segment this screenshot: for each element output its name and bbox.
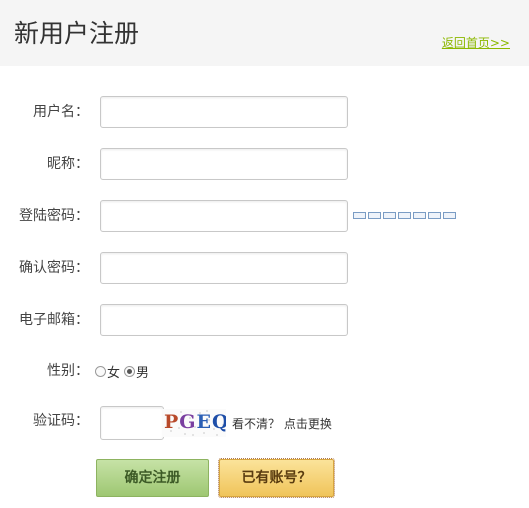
gender-label: 性别：: [47, 363, 89, 379]
gender-radio-female[interactable]: [95, 365, 106, 377]
captcha-text: PGEQ: [164, 411, 226, 433]
strength-segment: [413, 212, 426, 219]
password-label: 登陆密码：: [19, 208, 89, 224]
captcha-image[interactable]: PGEQ: [162, 409, 226, 437]
nickname-row: 昵称：: [0, 148, 529, 180]
register-button[interactable]: 确定注册: [96, 459, 209, 497]
gender-option-female-label: 女: [107, 365, 121, 381]
strength-segment: [353, 212, 366, 219]
button-row: 确定注册 已有账号？: [0, 458, 529, 498]
confirm-password-label: 确认密码：: [19, 260, 89, 276]
have-account-button[interactable]: 已有账号？: [218, 458, 335, 498]
password-strength-meter: [353, 212, 456, 220]
password-input[interactable]: [100, 200, 348, 232]
strength-segment: [398, 212, 411, 219]
gender-radio-male[interactable]: [124, 365, 136, 377]
username-label: 用户名：: [33, 104, 89, 120]
refresh-captcha-link[interactable]: 看不清？ 点击更换: [232, 415, 332, 432]
nickname-input[interactable]: [100, 148, 348, 180]
confirm-password-row: 确认密码：: [0, 252, 529, 284]
email-input[interactable]: [100, 304, 348, 336]
page-title: 新用户注册: [14, 19, 140, 48]
return-home-link[interactable]: 返回首页>>: [442, 34, 510, 51]
strength-segment: [428, 212, 441, 219]
confirm-password-input[interactable]: [100, 252, 348, 284]
nickname-label: 昵称：: [47, 156, 89, 172]
strength-segment: [368, 212, 381, 219]
email-row: 电子邮箱：: [0, 304, 529, 336]
captcha-row: 验证码： PGEQ 看不清？ 点击更换: [0, 406, 529, 444]
strength-segment: [443, 212, 456, 219]
page-header: 新用户注册 返回首页>>: [0, 0, 529, 66]
strength-segment: [383, 212, 396, 219]
password-row: 登陆密码：: [0, 200, 529, 232]
gender-option-male-label: 男: [136, 365, 150, 381]
gender-options: 女 男: [95, 355, 153, 387]
gender-row: 性别： 女 男: [0, 355, 529, 387]
captcha-char: Q: [212, 411, 226, 433]
captcha-char: P: [164, 411, 180, 433]
username-row: 用户名：: [0, 96, 529, 128]
username-input[interactable]: [100, 96, 348, 128]
captcha-char: G: [179, 411, 197, 433]
email-label: 电子邮箱：: [19, 312, 89, 328]
captcha-input[interactable]: [100, 406, 164, 440]
captcha-label: 验证码：: [33, 413, 89, 429]
captcha-char: E: [196, 411, 213, 433]
